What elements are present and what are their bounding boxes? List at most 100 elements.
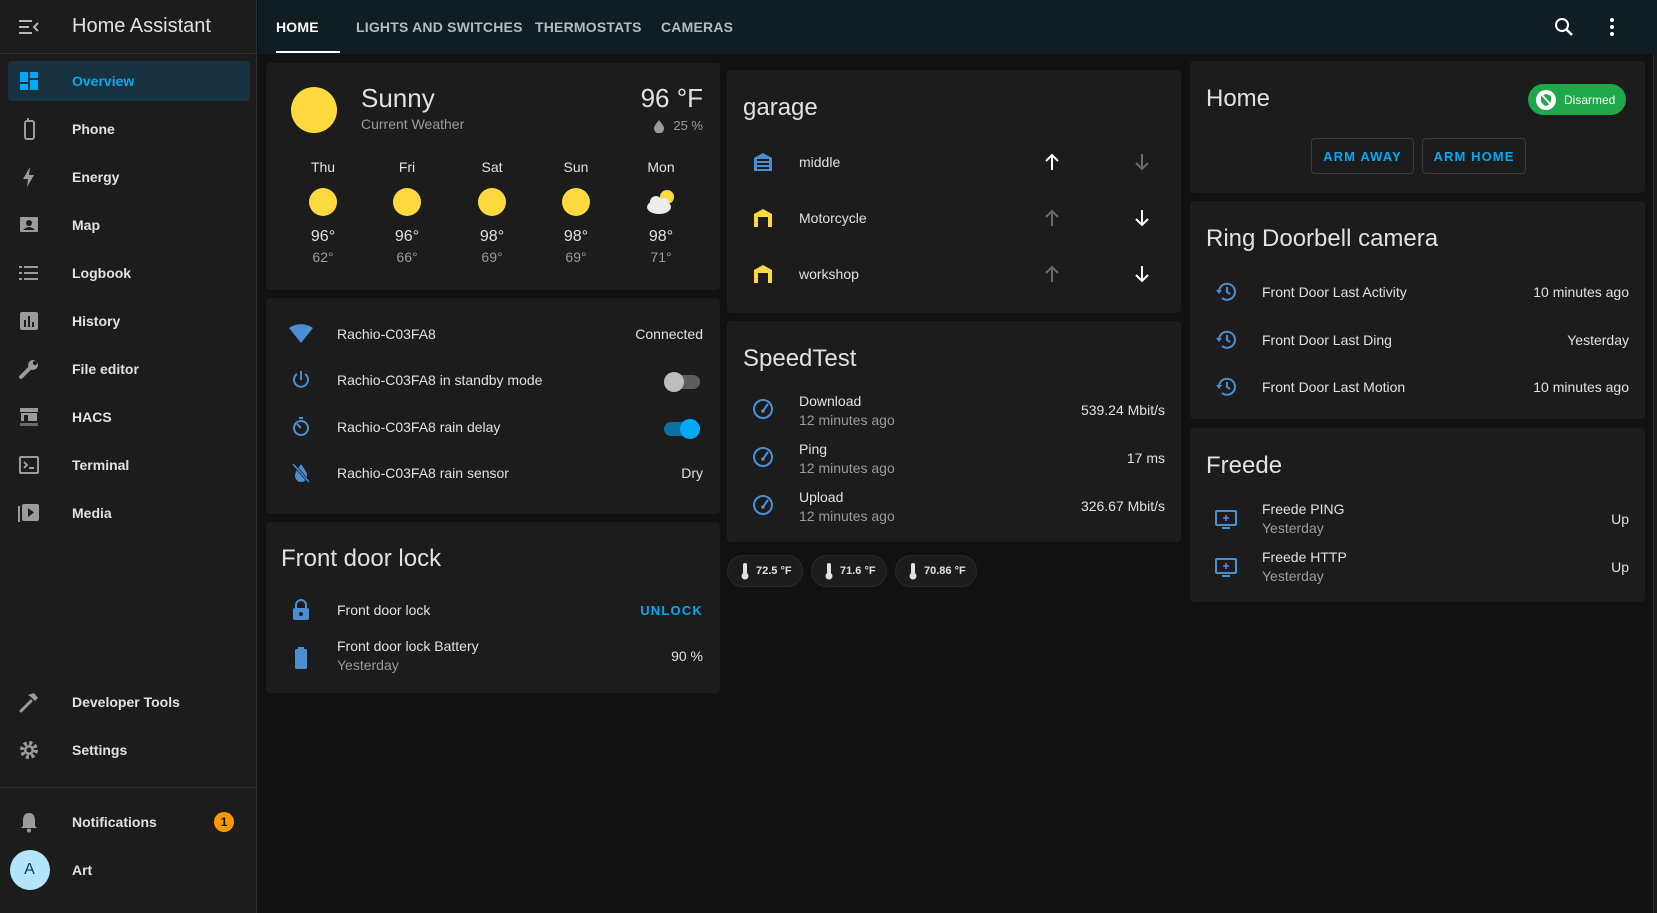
forecast-day: Sat 98° 69°	[457, 159, 527, 265]
sidebar-item-label: Terminal	[72, 457, 130, 473]
entity-state: 90 %	[671, 648, 703, 664]
freede-card: Freede Freede PING Yesterday Up Freede H…	[1190, 428, 1645, 602]
sidebar-item-file-editor[interactable]: File editor	[8, 349, 250, 389]
media-icon	[8, 503, 50, 523]
chart-icon	[8, 311, 50, 331]
history-icon	[1214, 328, 1238, 352]
garage-card: garage middle Motorcycle workshop	[727, 70, 1181, 313]
forecast-high: 98°	[648, 228, 674, 245]
open-cover-button[interactable]	[1040, 262, 1064, 286]
sidebar-item-notifications[interactable]: Notifications 1	[8, 802, 250, 842]
garage-open-icon	[751, 206, 775, 230]
forecast-day-name: Fri	[398, 159, 416, 175]
avatar: A	[9, 850, 50, 890]
cover-name: workshop	[799, 266, 859, 282]
forecast-high: 98°	[479, 228, 505, 245]
sidebar-item-label: Media	[72, 505, 112, 521]
tab-home[interactable]: HOME	[276, 0, 319, 54]
top-app-bar: HOME LIGHTS AND SWITCHES THERMOSTATS CAM…	[258, 0, 1657, 54]
sidebar-item-terminal[interactable]: Terminal	[8, 445, 250, 485]
rachio-card: Rachio-C03FA8 Connected Rachio-C03FA8 in…	[266, 298, 720, 514]
app-title: Home Assistant	[72, 15, 211, 37]
sidebar-item-user[interactable]: A Art	[8, 850, 250, 890]
sidebar-item-energy[interactable]: Energy	[8, 157, 250, 197]
tab-lights-and-switches[interactable]: LIGHTS AND SWITCHES	[356, 0, 523, 54]
temperature-chip[interactable]: 72.5 °F	[727, 555, 803, 587]
entity-name: Freede HTTP	[1262, 549, 1347, 565]
sidebar-item-history[interactable]: History	[8, 301, 250, 341]
temperature-chip[interactable]: 70.86 °F	[895, 555, 977, 587]
card-title: Ring Doorbell camera	[1206, 225, 1439, 252]
scrollbar[interactable]	[1653, 54, 1657, 913]
sidebar-item-label: Overview	[72, 73, 135, 89]
water-off-icon	[289, 461, 313, 485]
entity-name: Ping	[799, 441, 828, 457]
sidebar-item-logbook[interactable]: Logbook	[8, 253, 250, 293]
temperature-chip[interactable]: 71.6 °F	[811, 555, 887, 587]
arrow-up-icon	[1045, 265, 1059, 282]
terminal-icon	[8, 456, 50, 474]
entity-state: Up	[1611, 559, 1629, 575]
sidebar-item-label: File editor	[72, 361, 139, 377]
entity-state: 10 minutes ago	[1533, 284, 1629, 300]
entity-name: Rachio-C03FA8 in standby mode	[337, 372, 543, 388]
menu-toggle-button[interactable]	[0, 0, 58, 54]
close-cover-button[interactable]	[1130, 262, 1154, 286]
sidebar-item-map[interactable]: Map	[8, 205, 250, 245]
arrow-down-icon	[1135, 210, 1149, 227]
history-icon	[1214, 280, 1238, 304]
card-title: Freede	[1206, 452, 1283, 479]
entity-secondary: 12 minutes ago	[799, 460, 895, 476]
sidebar-item-developer-tools[interactable]: Developer Tools	[8, 682, 250, 722]
sidebar-item-hacs[interactable]: HACS	[8, 397, 250, 437]
card-title: SpeedTest	[743, 345, 857, 372]
unlock-button[interactable]: UNLOCK	[640, 603, 703, 618]
forecast-day-name: Sat	[481, 159, 503, 175]
entity-state: Dry	[681, 465, 703, 481]
rain-delay-toggle[interactable]	[664, 419, 700, 439]
tab-cameras[interactable]: CAMERAS	[661, 0, 733, 54]
standby-mode-toggle[interactable]	[664, 372, 700, 392]
ring-doorbell-card: Ring Doorbell camera Front Door Last Act…	[1190, 201, 1645, 419]
weather-subtitle: Current Weather	[361, 116, 465, 132]
hacs-icon	[8, 406, 50, 428]
thermometer-icon	[909, 563, 917, 580]
more-options-button[interactable]	[1598, 13, 1626, 41]
entity-state: Yesterday	[1567, 332, 1629, 348]
close-cover-button[interactable]	[1130, 150, 1154, 174]
arm-away-button[interactable]: ARM AWAY	[1311, 138, 1414, 174]
sunny-icon	[562, 188, 590, 216]
wifi-icon	[289, 322, 313, 346]
sunny-icon	[291, 87, 337, 133]
water-percent-icon	[654, 119, 665, 133]
sidebar-item-label: Notifications	[72, 814, 157, 830]
weather-card[interactable]: Sunny Current Weather 96 °F 25 % Thu 96°…	[266, 63, 720, 290]
forecast-high: 96°	[310, 228, 336, 245]
open-cover-button[interactable]	[1040, 206, 1064, 230]
sunny-icon	[309, 188, 337, 216]
entity-state: 10 minutes ago	[1533, 379, 1629, 395]
forecast-low: 69°	[565, 249, 587, 265]
tab-thermostats[interactable]: THERMOSTATS	[535, 0, 642, 54]
thermometer-icon	[825, 563, 833, 580]
search-button[interactable]	[1550, 13, 1578, 41]
arm-home-button[interactable]: ARM HOME	[1422, 138, 1526, 174]
speedtest-card: SpeedTest Download 12 minutes ago 539.24…	[727, 321, 1181, 542]
sidebar-item-settings[interactable]: Settings	[8, 730, 250, 770]
sidebar-divider	[0, 787, 256, 788]
close-cover-button[interactable]	[1130, 206, 1154, 230]
gear-icon	[8, 739, 50, 761]
sidebar-item-media[interactable]: Media	[8, 493, 250, 533]
sidebar-item-overview[interactable]: Overview	[8, 61, 250, 101]
sidebar-item-phone[interactable]: Phone	[8, 109, 250, 149]
hammer-icon	[8, 691, 50, 713]
card-title: Home	[1206, 85, 1271, 112]
open-cover-button[interactable]	[1040, 150, 1064, 174]
forecast-day: Fri 96° 66°	[372, 159, 442, 265]
sidebar-item-label: Phone	[72, 121, 115, 137]
battery-icon	[289, 646, 313, 670]
alarm-status-text: Disarmed	[1564, 92, 1616, 107]
entity-name: Rachio-C03FA8 rain delay	[337, 419, 501, 435]
power-icon	[289, 368, 313, 392]
speedometer-icon	[751, 397, 775, 421]
